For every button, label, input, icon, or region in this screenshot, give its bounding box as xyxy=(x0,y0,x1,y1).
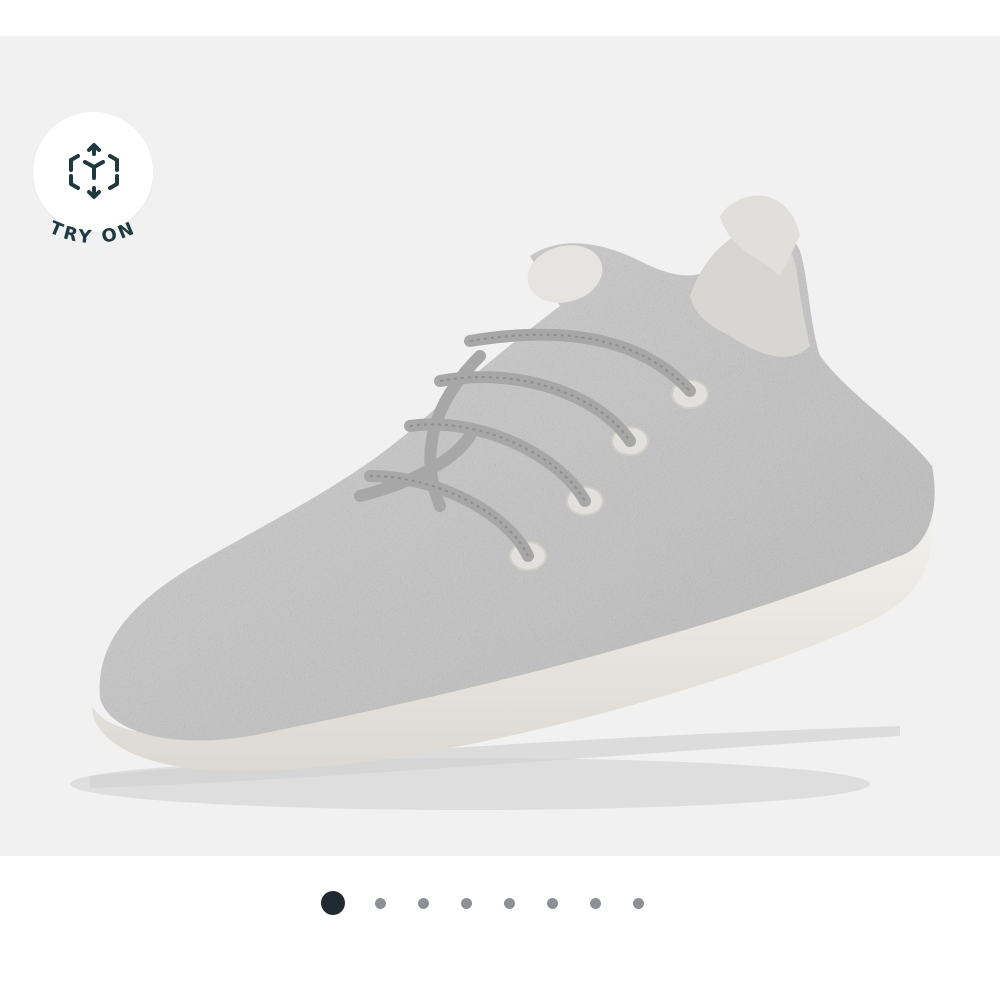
try-on-button[interactable]: TRY ON xyxy=(28,112,158,272)
try-on-label-arc: TRY ON xyxy=(46,217,139,248)
carousel-dot-1[interactable] xyxy=(320,891,345,915)
carousel-dot-2[interactable] xyxy=(374,897,386,909)
carousel-dot-5[interactable] xyxy=(503,897,515,909)
carousel-dot-4[interactable] xyxy=(460,897,472,909)
carousel-dot-8[interactable] xyxy=(632,897,644,909)
carousel-dot-7[interactable] xyxy=(589,897,601,909)
product-gallery[interactable]: TRY ON xyxy=(0,36,1000,856)
carousel-pagination xyxy=(0,888,1000,918)
ar-cube-icon xyxy=(69,143,119,199)
carousel-dot-6[interactable] xyxy=(546,897,558,909)
svg-text:TRY ON: TRY ON xyxy=(46,217,139,248)
carousel-dot-3[interactable] xyxy=(417,897,429,909)
try-on-label: TRY ON xyxy=(46,217,136,248)
